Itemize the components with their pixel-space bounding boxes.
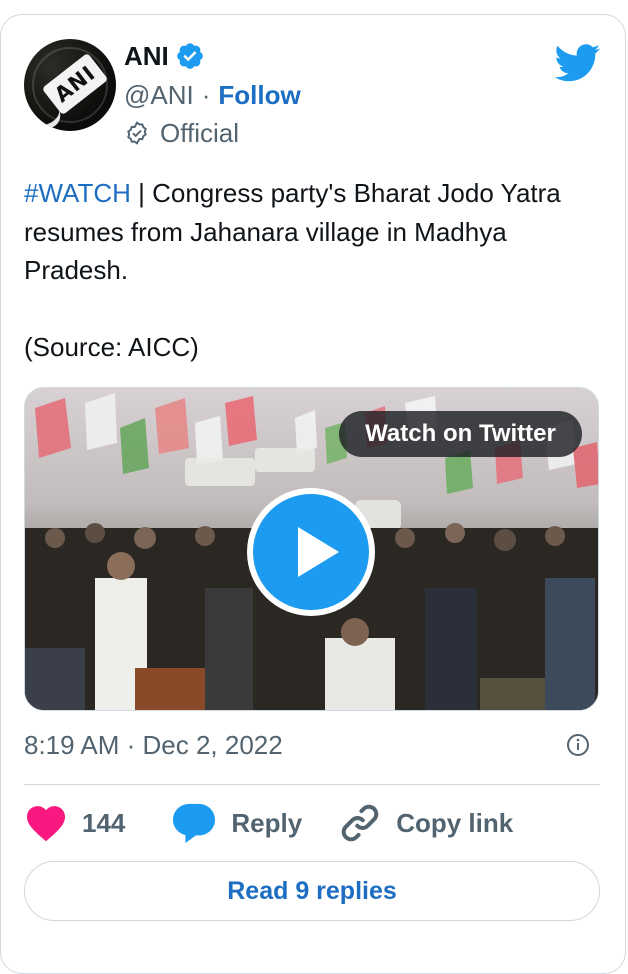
twitter-bird-icon[interactable]: [555, 44, 601, 82]
official-label: Official: [160, 118, 239, 148]
separator-dot: ·: [201, 80, 211, 110]
action-bar: 144 Reply Copy link: [24, 800, 513, 846]
author-name-row[interactable]: ANI: [124, 40, 205, 72]
link-icon: [341, 804, 379, 842]
author-handle[interactable]: @ANI: [124, 78, 194, 112]
copy-link-button[interactable]: Copy link: [338, 801, 513, 845]
follow-button[interactable]: Follow: [218, 78, 300, 112]
tweet-text: #WATCH | Congress party's Bharat Jodo Ya…: [24, 174, 614, 366]
info-icon[interactable]: [566, 733, 590, 757]
avatar[interactable]: ANI: [24, 39, 116, 131]
like-button[interactable]: 144: [24, 804, 125, 842]
tweet-body: #WATCH | Congress party's Bharat Jodo Ya…: [24, 174, 614, 290]
tweet-timestamp[interactable]: 8:19 AM · Dec 2, 2022: [24, 728, 283, 762]
heart-icon: [27, 806, 65, 842]
verified-badge-icon: [175, 41, 205, 71]
handle-row: @ANI · Follow: [124, 78, 301, 112]
copy-link-label: Copy link: [396, 807, 514, 838]
play-icon[interactable]: [244, 485, 378, 619]
official-label-row: Official: [124, 116, 239, 150]
tweet-source: (Source: AICC): [24, 331, 199, 362]
watch-on-twitter-button[interactable]: Watch on Twitter: [339, 411, 582, 457]
reply-bubble-icon: [173, 803, 216, 844]
hashtag-link[interactable]: #WATCH: [24, 178, 131, 208]
divider: [24, 784, 600, 785]
author-name[interactable]: ANI: [124, 40, 169, 72]
official-badge-icon: [127, 121, 147, 145]
reply-label: Reply: [231, 807, 303, 838]
reply-button[interactable]: Reply: [171, 802, 302, 844]
read-replies-button[interactable]: Read 9 replies: [24, 861, 600, 921]
like-count: 144: [82, 807, 126, 838]
